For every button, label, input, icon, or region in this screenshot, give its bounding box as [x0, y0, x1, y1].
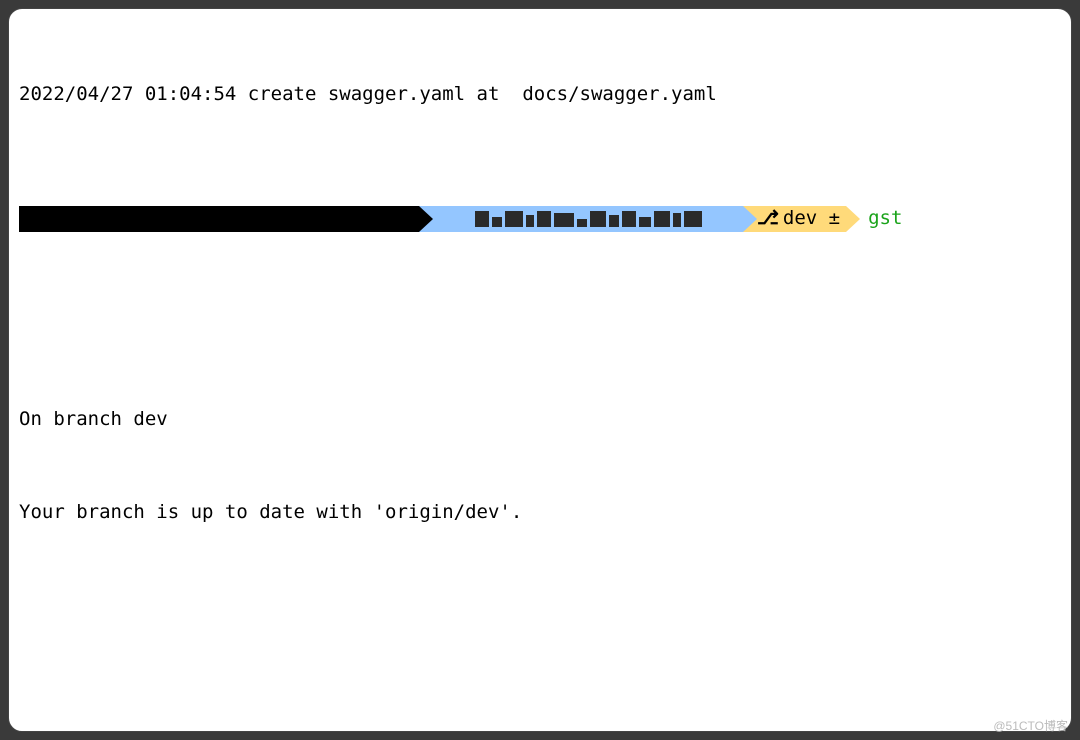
git-status-not-staged: Changes not staged for commit: (use "git… [19, 712, 1061, 732]
status-up-to-date: Your branch is up to date with 'origin/d… [19, 497, 1061, 528]
status-on-branch: On branch dev [19, 404, 1061, 435]
prompt-segment-redacted [19, 206, 419, 232]
git-branch-icon: ⎇ [757, 203, 779, 234]
shell-prompt: ⎇dev ± gst [19, 205, 1061, 233]
prompt-separator-arrow [743, 206, 757, 232]
prompt-separator-arrow [419, 206, 433, 232]
branch-name-text: dev ± [783, 203, 840, 234]
terminal-window[interactable]: 2022/04/27 01:04:54 create swagger.yaml … [8, 8, 1072, 732]
censor-blocks [475, 211, 702, 227]
typed-command[interactable]: gst [860, 203, 902, 234]
prompt-separator-arrow [846, 206, 860, 232]
log-output-line: 2022/04/27 01:04:54 create swagger.yaml … [19, 79, 1061, 110]
prompt-segment-path-censored [433, 206, 743, 232]
watermark-text: @51CTO博客 [993, 717, 1068, 734]
prompt-segment-branch: ⎇dev ± [757, 206, 846, 232]
git-status-output: On branch dev Your branch is up to date … [19, 342, 1061, 590]
